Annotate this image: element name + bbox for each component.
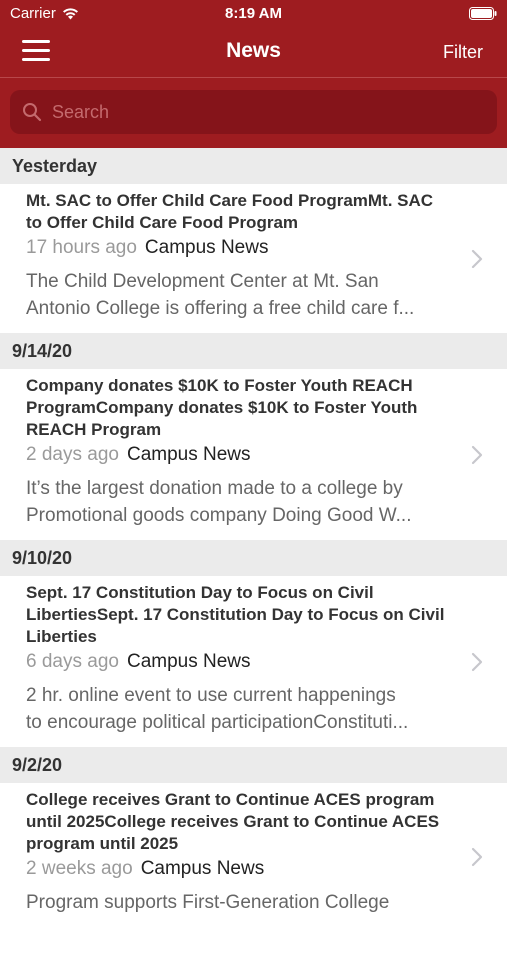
news-meta: 17 hours ago Campus News	[26, 236, 447, 260]
news-source: Campus News	[126, 444, 251, 465]
news-headline: Mt. SAC to Offer Child Care Food Program…	[26, 191, 434, 232]
section-header: 9/2/20	[0, 747, 507, 783]
news-headline: College receives Grant to Continue ACES …	[26, 790, 440, 853]
section-header: 9/14/20	[0, 333, 507, 369]
chevron-right-icon	[471, 445, 483, 464]
chevron-right-icon	[471, 249, 483, 268]
section-header: Yesterday	[0, 148, 507, 184]
search-bar[interactable]	[10, 90, 497, 134]
news-item[interactable]: Company donates $10K to Foster Youth REA…	[0, 369, 507, 540]
news-headline: Company donates $10K to Foster Youth REA…	[26, 376, 418, 439]
filter-button[interactable]: Filter	[443, 42, 483, 63]
navigation-bar: News Filter	[0, 28, 507, 78]
news-meta: 2 weeks ago Campus News	[26, 857, 447, 881]
news-meta: 6 days ago Campus News	[26, 650, 447, 674]
news-summary: It’s the largest donation made to a coll…	[26, 475, 458, 529]
news-summary: 2 hr. online event to use current happen…	[26, 682, 458, 736]
news-item[interactable]: Mt. SAC to Offer Child Care Food Program…	[0, 184, 507, 333]
news-list: Yesterday Mt. SAC to Offer Child Care Fo…	[0, 148, 507, 954]
news-summary: The Child Development Center at Mt. San …	[26, 268, 458, 322]
news-time-ago: 17 hours ago	[26, 237, 137, 258]
news-source: Campus News	[126, 651, 251, 672]
search-input[interactable]	[52, 101, 472, 123]
status-bar: Carrier 8:19 AM	[0, 0, 507, 28]
news-summary-line: It’s the largest donation made to a coll…	[26, 478, 403, 499]
page-title: News	[226, 39, 281, 62]
chevron-right-icon	[471, 847, 483, 867]
news-item[interactable]: College receives Grant to Continue ACES …	[0, 783, 507, 954]
news-summary-line: to encourage political participationCons…	[26, 712, 409, 733]
news-source: Campus News	[144, 237, 269, 258]
news-summary-line: Program supports First-Generation Colleg…	[26, 892, 390, 913]
news-headline: Sept. 17 Constitution Day to Focus on Ci…	[26, 583, 445, 646]
news-summary-line: The Child Development Center at Mt. San	[26, 271, 379, 292]
news-summary-line: Antonio College is offering a free child…	[26, 298, 415, 319]
status-time: 8:19 AM	[225, 5, 282, 22]
news-time-ago: 2 days ago	[26, 444, 119, 465]
news-item[interactable]: Sept. 17 Constitution Day to Focus on Ci…	[0, 576, 507, 747]
news-summary: Program supports First-Generation Colleg…	[26, 889, 458, 916]
news-time-ago: 6 days ago	[26, 651, 119, 672]
search-icon	[23, 103, 42, 122]
news-summary-line: Promotional goods company Doing Good W..…	[26, 505, 412, 526]
chevron-right-icon	[471, 652, 483, 671]
news-source: Campus News	[140, 858, 265, 879]
app-header: Carrier 8:19 AM News Filter	[0, 0, 507, 148]
section-header: 9/10/20	[0, 540, 507, 576]
news-summary-line: 2 hr. online event to use current happen…	[26, 685, 396, 706]
news-time-ago: 2 weeks ago	[26, 858, 133, 879]
news-meta: 2 days ago Campus News	[26, 443, 447, 467]
battery-icon	[469, 7, 497, 20]
